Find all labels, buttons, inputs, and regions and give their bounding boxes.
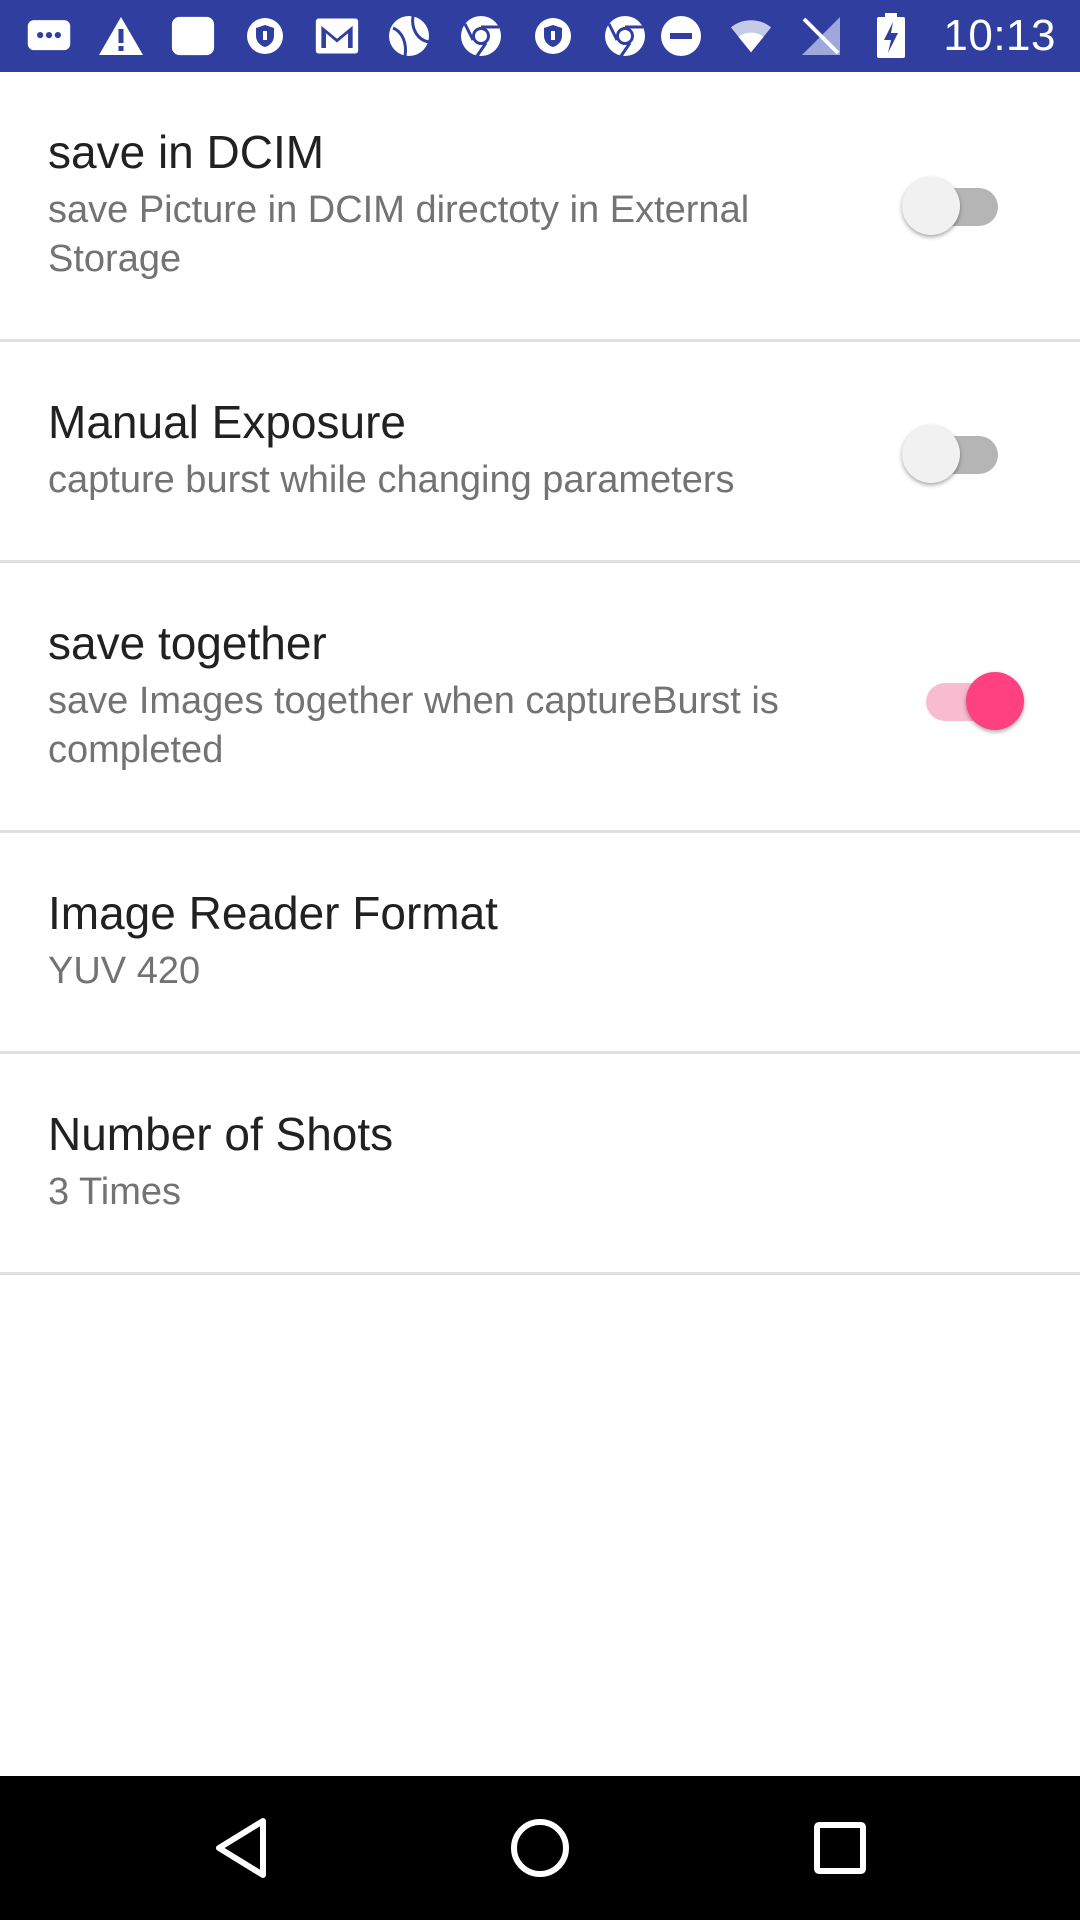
home-icon — [511, 1819, 569, 1877]
pref-text: Image Reader Format YUV 420 — [48, 885, 838, 996]
pref-save-in-dcim[interactable]: save in DCIM save Picture in DCIM direct… — [0, 72, 1080, 342]
pref-manual-exposure[interactable]: Manual Exposure capture burst while chan… — [0, 342, 1080, 563]
pref-save-together[interactable]: save together save Images together when … — [0, 563, 1080, 833]
chrome-icon — [458, 13, 504, 59]
pref-summary: YUV 420 — [48, 950, 201, 992]
pref-number-of-shots[interactable]: Number of Shots 3 Times — [0, 1054, 1080, 1275]
manual-exposure-switch[interactable] — [900, 420, 1010, 483]
vpn-icon — [530, 13, 576, 59]
pref-summary: capture burst while changing parameters — [48, 459, 735, 501]
system-icons: 10:13 — [659, 10, 1056, 62]
back-icon — [216, 1818, 266, 1878]
pref-summary: save Images together when captureBurst i… — [48, 680, 779, 771]
pref-text: Number of Shots 3 Times — [48, 1106, 838, 1217]
vpn-icon — [242, 13, 288, 59]
settings-screen: 10:13 save in DCIM save Picture in DCIM … — [0, 0, 1080, 1920]
warning-icon — [98, 13, 144, 59]
pref-title: Number of Shots — [48, 1108, 394, 1160]
sports-icon — [386, 13, 432, 59]
switch-thumb — [902, 425, 960, 483]
note-icon — [170, 13, 216, 59]
recents-icon — [814, 1822, 866, 1874]
home-button[interactable] — [504, 1812, 576, 1884]
do-not-disturb-icon — [659, 14, 703, 58]
pref-text: save together save Images together when … — [48, 615, 838, 775]
pref-title: save together — [48, 617, 327, 669]
notification-icons — [26, 12, 648, 60]
switch-thumb — [902, 177, 960, 235]
pref-title: Manual Exposure — [48, 396, 406, 448]
message-icon — [26, 13, 72, 59]
status-bar: 10:13 — [0, 0, 1080, 72]
navigation-bar — [0, 1776, 1080, 1920]
save-in-dcim-switch[interactable] — [900, 172, 1010, 235]
status-time: 10:13 — [943, 11, 1056, 60]
gmail-icon — [314, 13, 360, 59]
pref-image-reader-format[interactable]: Image Reader Format YUV 420 — [0, 833, 1080, 1054]
pref-title: save in DCIM — [48, 126, 325, 178]
pref-summary: 3 Times — [48, 1171, 182, 1213]
wifi-icon — [729, 14, 773, 58]
save-together-switch[interactable] — [908, 667, 1024, 730]
recents-button[interactable] — [804, 1812, 876, 1884]
settings-list: save in DCIM save Picture in DCIM direct… — [0, 72, 1080, 1275]
switch-thumb — [966, 672, 1024, 730]
battery-charging-icon — [869, 13, 913, 58]
pref-summary: save Picture in DCIM directoty in Extern… — [48, 189, 750, 280]
chrome-icon — [602, 13, 648, 59]
no-signal-icon — [799, 14, 843, 58]
back-button[interactable] — [205, 1812, 277, 1884]
pref-text: Manual Exposure capture burst while chan… — [48, 394, 838, 505]
pref-text: save in DCIM save Picture in DCIM direct… — [48, 124, 838, 284]
pref-title: Image Reader Format — [48, 887, 498, 939]
